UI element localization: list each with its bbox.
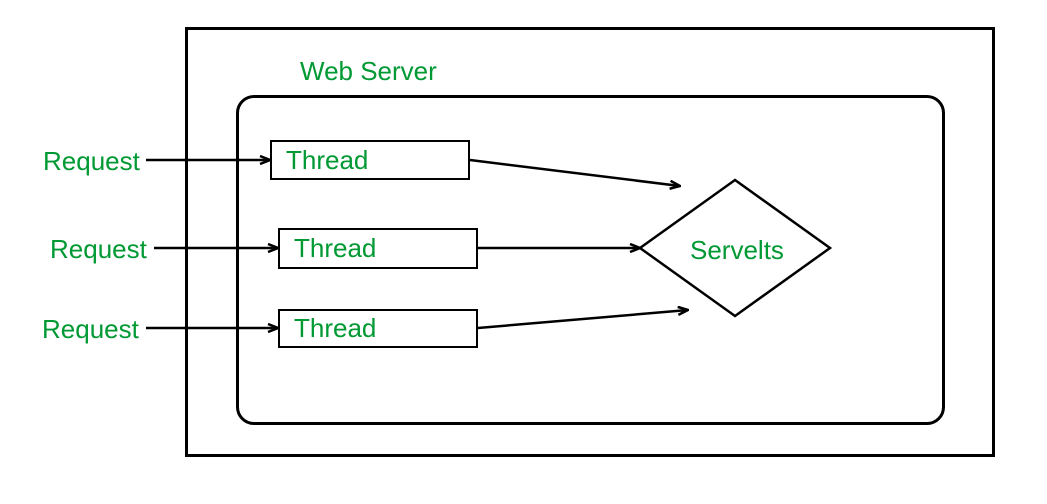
thread-label: Thread [294,233,376,264]
thread-label: Thread [294,313,376,344]
title-label: Web Server [300,58,437,84]
diagram-canvas: Web Server Request Request Request Threa… [0,0,1047,504]
request-label: Request [50,236,147,262]
thread-box: Thread [278,309,478,348]
thread-box: Thread [270,140,470,180]
request-label: Request [42,316,139,342]
servlet-label: Servelts [690,237,784,263]
request-label: Request [43,148,140,174]
thread-box: Thread [278,228,478,269]
thread-label: Thread [286,145,368,176]
